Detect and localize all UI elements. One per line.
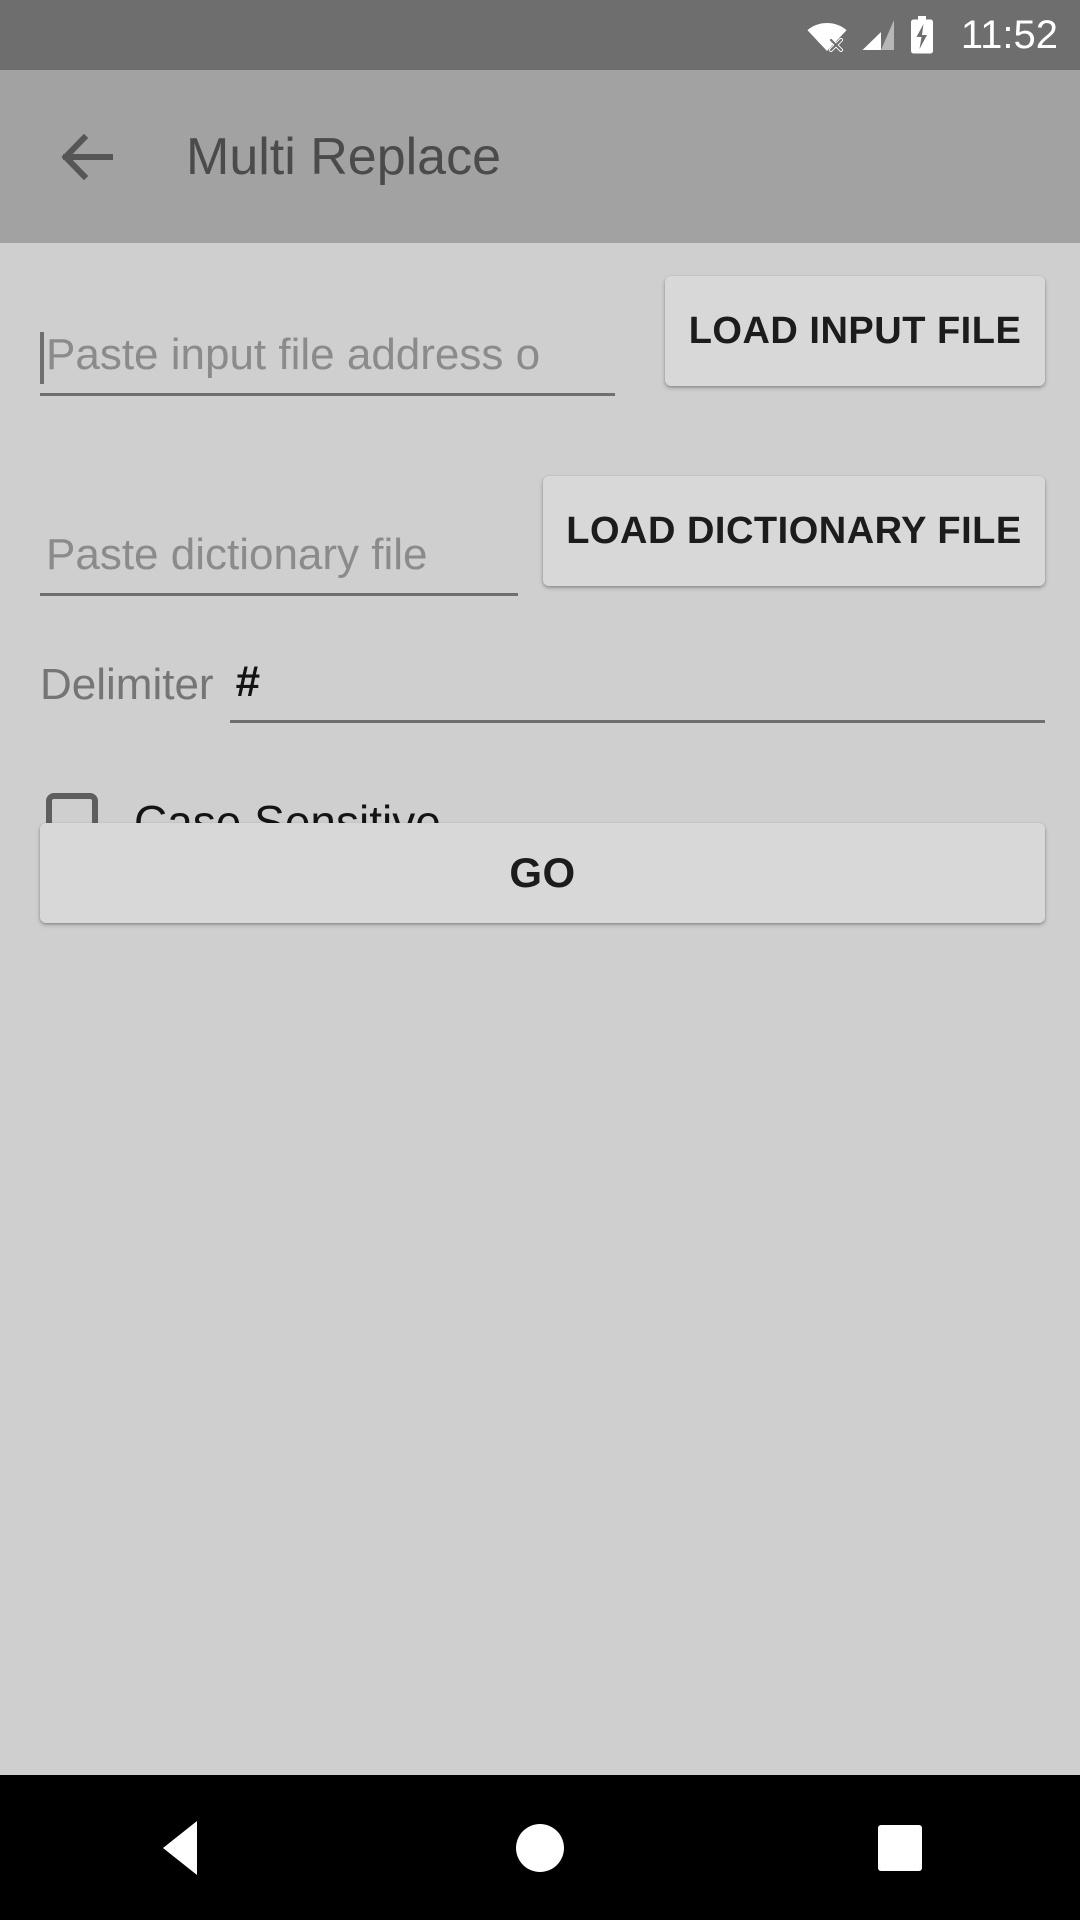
status-bar: 11:52 bbox=[0, 0, 1080, 70]
nav-home-button[interactable] bbox=[450, 1775, 630, 1920]
status-bar-clock: 11:52 bbox=[960, 13, 1058, 57]
app-toolbar: Multi Replace bbox=[0, 70, 1080, 243]
nav-back-button[interactable] bbox=[90, 1775, 270, 1920]
form-content: LOAD INPUT FILE LOAD DICTIONARY FILE Del… bbox=[0, 243, 1080, 1775]
battery-charging-icon bbox=[909, 16, 935, 54]
back-arrow-icon bbox=[60, 129, 116, 185]
delimiter-input[interactable] bbox=[229, 655, 1045, 723]
wifi-no-internet-icon bbox=[807, 18, 847, 52]
go-button[interactable]: GO bbox=[40, 823, 1045, 923]
back-triangle-icon bbox=[163, 1820, 197, 1875]
load-input-file-button[interactable]: LOAD INPUT FILE bbox=[665, 276, 1045, 386]
status-bar-icons: 11:52 bbox=[807, 13, 1058, 57]
load-dictionary-file-button[interactable]: LOAD DICTIONARY FILE bbox=[543, 476, 1045, 586]
cellular-signal-icon bbox=[861, 19, 895, 51]
recents-square-icon bbox=[878, 1824, 922, 1871]
back-button[interactable] bbox=[52, 121, 124, 193]
delimiter-label: Delimiter bbox=[40, 660, 214, 709]
page-title: Multi Replace bbox=[186, 127, 502, 186]
home-circle-icon bbox=[516, 1823, 564, 1872]
app-screen: 11:52 Multi Replace LOAD INPUT F bbox=[0, 0, 1080, 1920]
input-file-row: LOAD INPUT FILE bbox=[40, 276, 1045, 396]
android-navigation-bar bbox=[0, 1775, 1080, 1920]
nav-recents-button[interactable] bbox=[810, 1775, 990, 1920]
dictionary-file-address-field[interactable] bbox=[40, 528, 518, 596]
dictionary-file-row: LOAD DICTIONARY FILE bbox=[40, 476, 1045, 596]
input-file-address-field[interactable] bbox=[40, 328, 615, 396]
delimiter-row: Delimiter bbox=[40, 633, 1045, 723]
